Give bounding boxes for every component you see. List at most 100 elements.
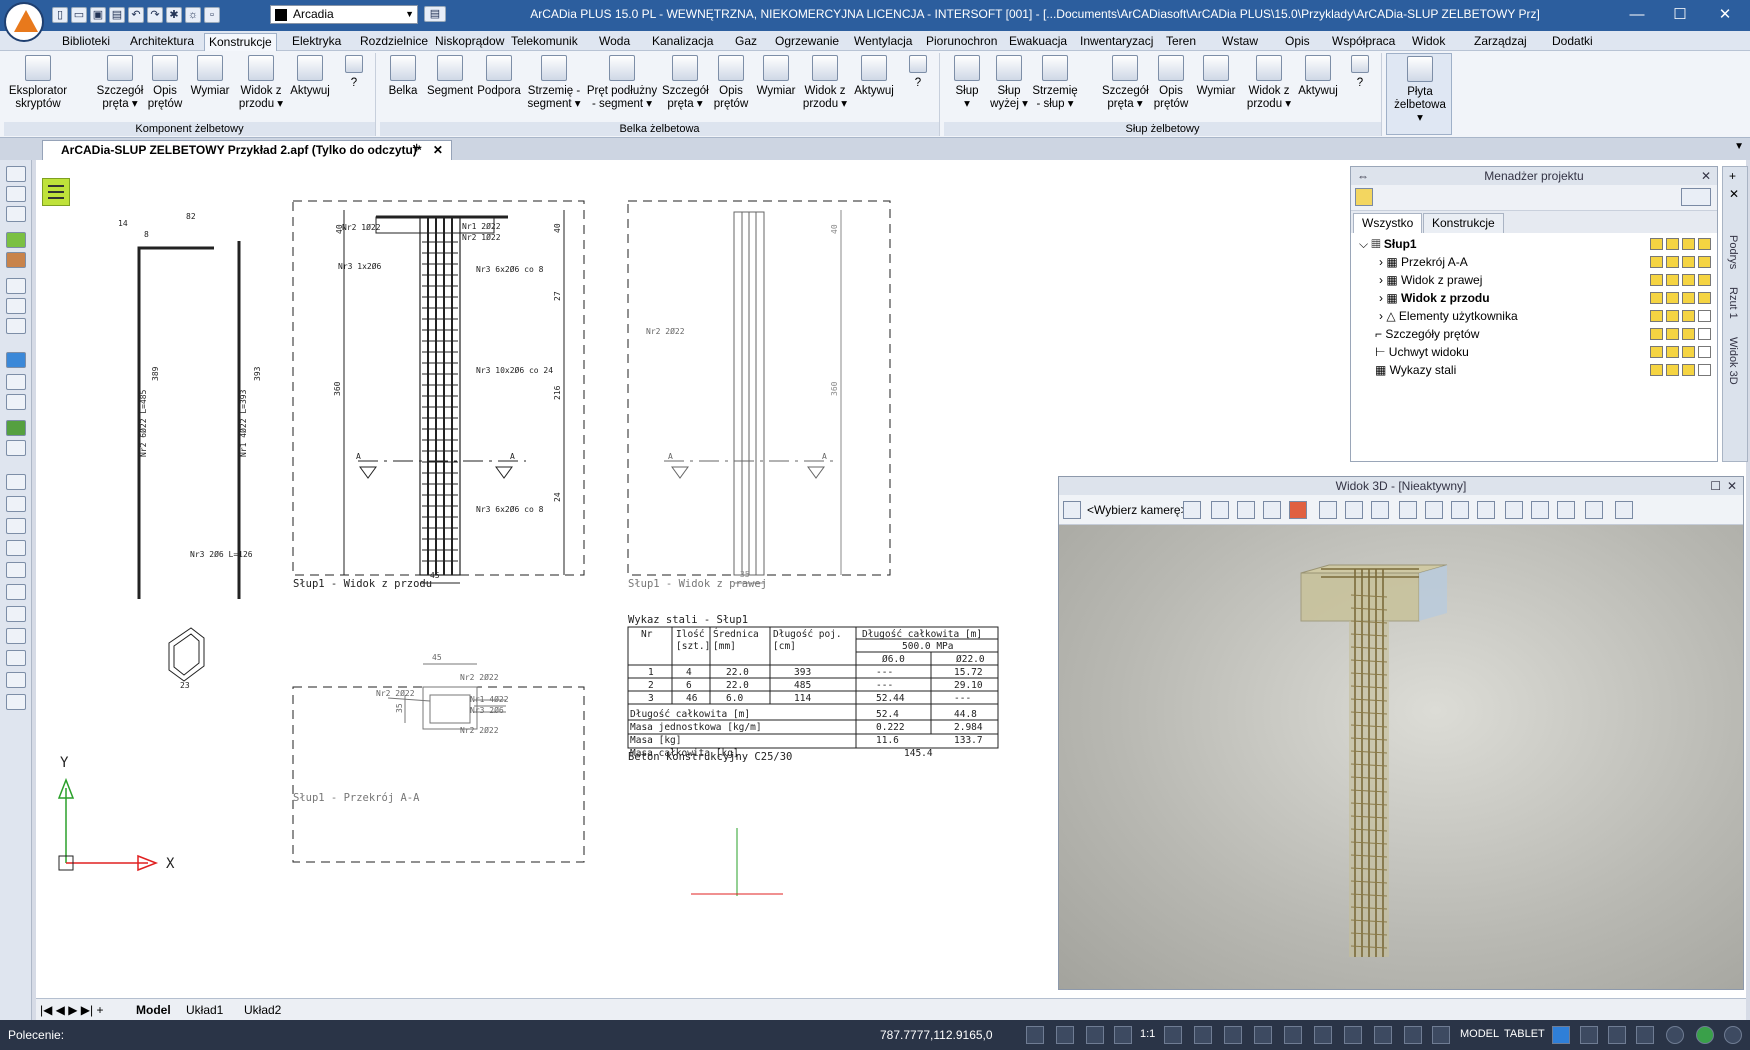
visible-icon[interactable] — [1650, 274, 1663, 286]
material-icon[interactable] — [6, 252, 26, 268]
menu-kanalizacja[interactable]: Kanalizacja — [648, 33, 717, 51]
belka-opis-button[interactable]: Opis prętów — [710, 55, 752, 111]
chevron-down-icon[interactable]: ▼ — [1734, 141, 1744, 152]
line-icon[interactable] — [6, 474, 26, 490]
tablet-toggle[interactable]: TABLET — [1504, 1028, 1545, 1040]
menu-ewakuacja[interactable]: Ewakuacja — [1005, 33, 1071, 51]
color-icon[interactable] — [1698, 364, 1711, 376]
layers-3d-icon[interactable] — [1451, 501, 1469, 519]
document-tab[interactable]: ArCADia-SLUP ZELBETOWY Przykład 2.apf (T… — [42, 140, 452, 160]
slup-button[interactable]: Słup ▾ — [948, 55, 986, 111]
3d-icon[interactable] — [1585, 501, 1603, 519]
export-icon[interactable] — [1615, 501, 1633, 519]
model-toggle[interactable]: MODEL — [1460, 1028, 1499, 1040]
segment-draw-icon[interactable] — [6, 562, 26, 578]
tree-item-elementy[interactable]: › △ Elementy użytkownika — [1351, 307, 1717, 325]
menu-niskopradowe[interactable]: Niskoprądow — [431, 33, 508, 51]
color-icon[interactable] — [1698, 328, 1711, 340]
restore-icon[interactable]: ☐ — [1710, 477, 1721, 495]
podpora-button[interactable]: Podpora — [476, 55, 522, 98]
visible-icon[interactable] — [1650, 292, 1663, 304]
tab-uklad2[interactable]: Układ2 — [244, 1002, 281, 1018]
visible-icon[interactable] — [1650, 364, 1663, 376]
circle-icon[interactable] — [6, 628, 26, 644]
construction-line-icon[interactable] — [6, 540, 26, 556]
pin-icon[interactable]: ⇔ — [1357, 167, 1369, 185]
close-icon[interactable]: ✕ — [433, 143, 443, 157]
zoom-window-icon[interactable] — [6, 394, 26, 410]
properties-icon[interactable] — [6, 166, 26, 182]
refresh-icon[interactable] — [6, 352, 26, 368]
belka-aktywuj-button[interactable]: Aktywuj — [852, 55, 896, 98]
side-tab-rzut[interactable]: Rzut 1 — [1727, 287, 1739, 319]
windows-icon[interactable] — [1636, 1026, 1654, 1044]
menu-piorunochron[interactable]: Piorunochron — [922, 33, 1001, 51]
slup-wyzej-button[interactable]: Słup wyżej ▾ — [988, 55, 1030, 111]
slup-widok-button[interactable]: Widok z przodu ▾ — [1244, 55, 1294, 111]
polyline-icon[interactable] — [6, 496, 26, 512]
menu-ogrzewanie[interactable]: Ogrzewanie — [771, 33, 843, 51]
otrack-icon[interactable] — [1374, 1026, 1392, 1044]
slup-aktywuj-button[interactable]: Aktywuj — [1296, 55, 1340, 98]
lock-icon[interactable]: ▫ — [204, 7, 220, 23]
tab-model[interactable]: Model — [136, 1002, 171, 1018]
tree-item-slup1[interactable]: ⌵ ▦ Słup1 — [1351, 235, 1717, 253]
color-icon[interactable] — [1698, 292, 1711, 304]
grid-icon[interactable] — [1254, 1026, 1272, 1044]
lock-icon[interactable] — [1666, 274, 1679, 286]
menu-wentylacja[interactable]: Wentylacja — [850, 33, 916, 51]
visible-icon[interactable] — [1650, 310, 1663, 322]
tree-item-przekroj[interactable]: › ▦ Przekrój A-A — [1351, 253, 1717, 271]
visible-icon[interactable] — [1650, 256, 1663, 268]
ucs-status-icon[interactable] — [1314, 1026, 1332, 1044]
app-logo[interactable] — [4, 2, 44, 42]
snap-icon[interactable] — [1026, 1026, 1044, 1044]
close-button[interactable]: ✕ — [1710, 4, 1740, 26]
close-icon[interactable]: ✕ — [1729, 187, 1739, 201]
lock-icon[interactable] — [1666, 292, 1679, 304]
belka-widok-button[interactable]: Widok z przodu ▾ — [800, 55, 850, 111]
plyta-zelbetowa-button[interactable]: Płyta żelbetowa ▾ — [1386, 53, 1452, 135]
color-icon[interactable] — [1698, 256, 1711, 268]
menu-telekomunikacja[interactable]: Telekomunik — [507, 33, 582, 51]
tree-item-szczegoly[interactable]: ⌐ Szczegóły prętów — [1351, 325, 1717, 343]
scale-icon[interactable] — [1114, 1026, 1132, 1044]
open-icon[interactable]: ▭ — [71, 7, 87, 23]
pret-podluzny-button[interactable]: Pręt podłużny - segment ▾ — [584, 55, 660, 111]
strzemie-segment-button[interactable]: Strzemię - segment ▾ — [526, 55, 582, 111]
grid-icon[interactable] — [6, 278, 26, 294]
print-icon[interactable] — [1682, 346, 1695, 358]
arc-icon[interactable] — [6, 606, 26, 622]
eksplorator-button[interactable]: Eksplorator skryptów — [8, 55, 68, 111]
tab-wszystko[interactable]: Wszystko — [1353, 213, 1423, 233]
materials-icon[interactable] — [1477, 501, 1495, 519]
menu-elektryka[interactable]: Elektryka — [288, 33, 345, 51]
visible-icon[interactable] — [1650, 328, 1663, 340]
frame-icon[interactable] — [6, 298, 26, 314]
save-as-icon[interactable]: ▤ — [109, 7, 125, 23]
camera-icon[interactable] — [1063, 501, 1081, 519]
grid-3d-icon[interactable] — [1289, 501, 1307, 519]
redo-icon[interactable]: ↷ — [147, 7, 163, 23]
belka-szczegol-button[interactable]: Szczegół pręta ▾ — [662, 55, 709, 111]
view-3d-scene[interactable] — [1059, 525, 1743, 989]
section-3d-icon[interactable] — [1557, 501, 1575, 519]
print-icon[interactable] — [1682, 328, 1695, 340]
menu-wstaw[interactable]: Wstaw — [1218, 33, 1262, 51]
print-icon[interactable] — [1682, 274, 1695, 286]
status-menu-icon[interactable] — [1724, 1026, 1742, 1044]
cloud-icon[interactable] — [6, 650, 26, 666]
wire-icon[interactable] — [1237, 501, 1255, 519]
layer-select[interactable]: Arcadia ▼ — [270, 5, 418, 24]
point-icon[interactable] — [6, 584, 26, 600]
lightbulb-icon[interactable]: ✱ — [166, 7, 182, 23]
menu-widok[interactable]: Widok — [1408, 33, 1449, 51]
save-view-icon[interactable] — [1399, 501, 1417, 519]
slup-wymiar-button[interactable]: Wymiar — [1194, 55, 1238, 98]
menu-dodatki[interactable]: Dodatki — [1548, 33, 1597, 51]
tab-uklad1[interactable]: Układ1 — [186, 1002, 223, 1018]
szczegol-preta-button[interactable]: Szczegół pręta ▾ — [96, 55, 144, 111]
slup-more-button[interactable]: ? — [1346, 55, 1374, 90]
lock-icon[interactable] — [1666, 238, 1679, 250]
view-icon[interactable] — [6, 440, 26, 456]
